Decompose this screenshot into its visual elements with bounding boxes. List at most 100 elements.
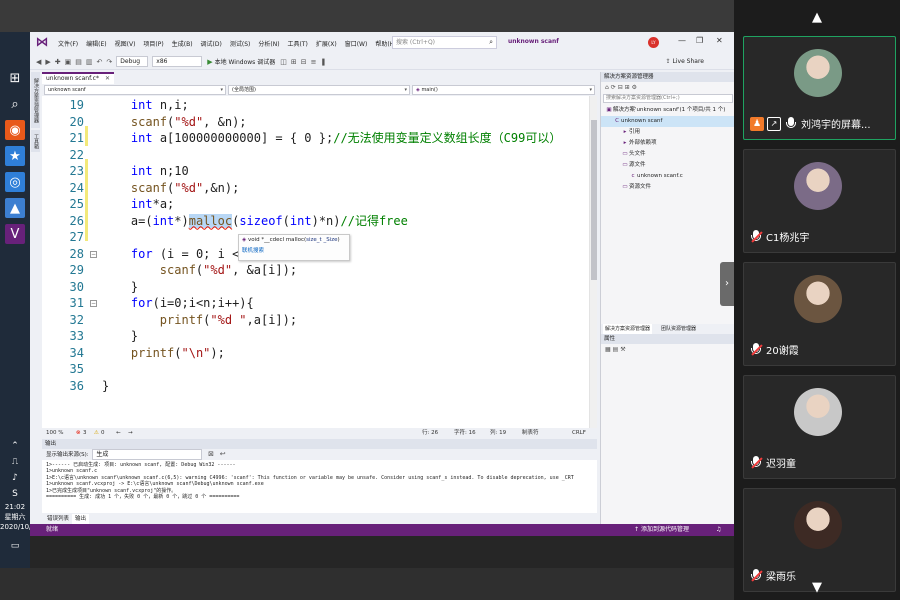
- code-line[interactable]: 32 printf("%d ",a[i]);: [42, 312, 597, 329]
- online-search-link[interactable]: 联机搜索: [242, 246, 346, 254]
- vs-search-input[interactable]: 搜索 (Ctrl+Q) ⌕: [392, 36, 497, 49]
- tab-team-explorer[interactable]: 团队资源管理器: [659, 324, 698, 334]
- redo-icon[interactable]: ↷: [106, 58, 112, 66]
- tree-node[interactable]: ▸ 引用: [601, 127, 735, 138]
- scroll-thumb[interactable]: [591, 120, 597, 280]
- participant-tile[interactable]: 梁雨乐: [743, 488, 896, 592]
- line-ending[interactable]: CRLF: [572, 428, 586, 438]
- menu-item[interactable]: 调试(D): [201, 39, 222, 48]
- toolbar-icon-b[interactable]: ⊟: [301, 58, 307, 66]
- expand-panel-handle[interactable]: ›: [720, 262, 734, 306]
- member-nav-select[interactable]: ◈ main() ▾: [412, 85, 595, 95]
- search-icon[interactable]: ⌕: [5, 94, 25, 114]
- visual-studio-icon[interactable]: V: [5, 224, 25, 244]
- tab-error-list[interactable]: 错误列表: [44, 514, 72, 524]
- error-count[interactable]: 3: [83, 428, 87, 438]
- nav-back-icon[interactable]: ←: [116, 428, 121, 438]
- side-tab-solution[interactable]: 解决方案资源管理器: [31, 72, 40, 128]
- participant-tile[interactable]: 20谢霞: [743, 262, 896, 366]
- live-share-button[interactable]: ⇪ Live Share: [666, 58, 704, 65]
- alphabetical-icon[interactable]: ▤: [613, 346, 619, 353]
- toolbar-icon-a[interactable]: ⊞: [291, 58, 297, 66]
- menu-item[interactable]: 编辑(E): [86, 39, 106, 48]
- output-clear-icon[interactable]: ⊠: [208, 450, 214, 458]
- comment-icon[interactable]: ≡: [311, 58, 317, 66]
- menu-item[interactable]: 生成(B): [172, 39, 193, 48]
- chrome-icon[interactable]: ◎: [5, 172, 25, 192]
- fold-toggle-icon[interactable]: −: [90, 300, 97, 307]
- browser-icon[interactable]: ◉: [5, 120, 25, 140]
- code-line[interactable]: 31 for(i=0;i<n;i++){−: [42, 295, 597, 312]
- scroll-up-icon[interactable]: ▲: [807, 10, 827, 25]
- code-line[interactable]: 35: [42, 361, 597, 378]
- side-tab-toolbox[interactable]: 工具箱: [31, 130, 40, 152]
- taskbar-clock[interactable]: 21:02 星期六 2020/10/24: [0, 502, 40, 532]
- windows-start-icon[interactable]: ⊞: [5, 68, 25, 88]
- fold-toggle-icon[interactable]: −: [90, 250, 97, 258]
- editor-tab[interactable]: unknown scanf.c* ✕: [42, 72, 114, 84]
- source-control-button[interactable]: ↑ 添加到源代码管理: [634, 524, 689, 536]
- output-source-select[interactable]: 生成: [92, 449, 203, 460]
- tab-solution-explorer[interactable]: 解决方案资源管理器: [603, 324, 653, 334]
- undo-icon[interactable]: ↶: [97, 58, 103, 66]
- start-debug-button[interactable]: ▶ 本地 Windows 调试器: [207, 57, 275, 66]
- collapse-icon[interactable]: ⊟: [618, 84, 623, 91]
- code-line[interactable]: 36}: [42, 378, 597, 395]
- new-item-icon[interactable]: ✚: [55, 58, 61, 66]
- zoom-level[interactable]: 100 %: [46, 428, 63, 438]
- show-all-icon[interactable]: ⊞: [625, 84, 630, 91]
- menu-item[interactable]: 分析(N): [258, 39, 279, 48]
- open-icon[interactable]: ▣: [65, 58, 72, 66]
- save-icon[interactable]: ▤: [75, 58, 82, 66]
- menu-item[interactable]: 视图(V): [115, 39, 136, 48]
- editor-scrollbar[interactable]: [589, 96, 597, 428]
- indent-mode[interactable]: 制表符: [522, 428, 539, 438]
- tree-node[interactable]: c unknown scanf.c: [601, 171, 735, 182]
- close-button[interactable]: ✕: [716, 36, 723, 45]
- code-line[interactable]: 26 a=(int*)malloc(sizeof(int)*n)//记得free: [42, 213, 597, 230]
- tree-node[interactable]: ▸ 外部依赖项: [601, 138, 735, 149]
- platform-select[interactable]: x86: [152, 56, 203, 67]
- menu-item[interactable]: 扩展(X): [316, 39, 337, 48]
- code-line[interactable]: 20 scanf("%d", &n);: [42, 114, 597, 131]
- output-text[interactable]: 1>------ 已启动生成: 项目: unknown scanf, 配置: D…: [42, 460, 597, 513]
- scope-nav-select[interactable]: (全局范围) ▾: [228, 85, 410, 95]
- participant-tile[interactable]: ♟ ↗ 刘鸿宇的屏幕...: [743, 36, 896, 140]
- tree-node[interactable]: ▣解决方案'unknown scanf'(1 个项目/共 1 个): [601, 105, 735, 116]
- minimize-button[interactable]: —: [678, 36, 686, 45]
- config-select[interactable]: Debug: [116, 56, 149, 67]
- tree-node[interactable]: ▭源文件: [601, 160, 735, 171]
- tab-output[interactable]: 输出: [72, 514, 90, 524]
- notification-icon[interactable]: ▭: [5, 536, 25, 556]
- code-line[interactable]: 21 int a[100000000000] = { 0 };//无法使用变量定…: [42, 130, 597, 147]
- output-wrap-icon[interactable]: ↩: [220, 450, 226, 458]
- debug-target-icon[interactable]: ◫: [280, 58, 287, 66]
- back-icon[interactable]: ◀: [36, 58, 41, 66]
- menu-item[interactable]: 工具(T): [288, 39, 308, 48]
- save-all-icon[interactable]: ▥: [86, 58, 93, 66]
- app-star-icon[interactable]: ★: [5, 146, 25, 166]
- code-line[interactable]: 25 int*a;: [42, 196, 597, 213]
- solution-search-input[interactable]: 搜索解决方案资源管理器(Ctrl+;): [603, 94, 733, 103]
- tree-node[interactable]: ▭资源文件: [601, 182, 735, 193]
- code-line[interactable]: 24 scanf("%d",&n);: [42, 180, 597, 197]
- wrench-icon[interactable]: ⚒: [620, 346, 625, 353]
- code-line[interactable]: 34 printf("\n");: [42, 345, 597, 362]
- project-nav-select[interactable]: unknown scanf ▾: [44, 85, 226, 95]
- tree-node[interactable]: ▭头文件: [601, 149, 735, 160]
- menu-item[interactable]: 项目(P): [143, 39, 163, 48]
- code-line[interactable]: 30 }: [42, 279, 597, 296]
- notification-bell-icon[interactable]: ♫: [716, 524, 721, 536]
- properties-icon[interactable]: ⚙: [632, 84, 637, 91]
- restore-button[interactable]: ❐: [696, 36, 703, 45]
- bookmark-icon[interactable]: ❚: [320, 58, 326, 66]
- tree-node[interactable]: Cunknown scanf: [601, 116, 735, 127]
- home-icon[interactable]: ⌂: [605, 84, 609, 91]
- participant-tile[interactable]: C1杨兆宇: [743, 149, 896, 253]
- warning-count[interactable]: 0: [101, 428, 105, 438]
- scroll-down-icon[interactable]: ▼: [807, 580, 827, 595]
- participant-tile[interactable]: 迟羽童: [743, 375, 896, 479]
- menu-item[interactable]: 窗口(W): [345, 39, 368, 48]
- input-method-icon[interactable]: S: [5, 484, 25, 504]
- categorized-icon[interactable]: ▦: [605, 346, 611, 353]
